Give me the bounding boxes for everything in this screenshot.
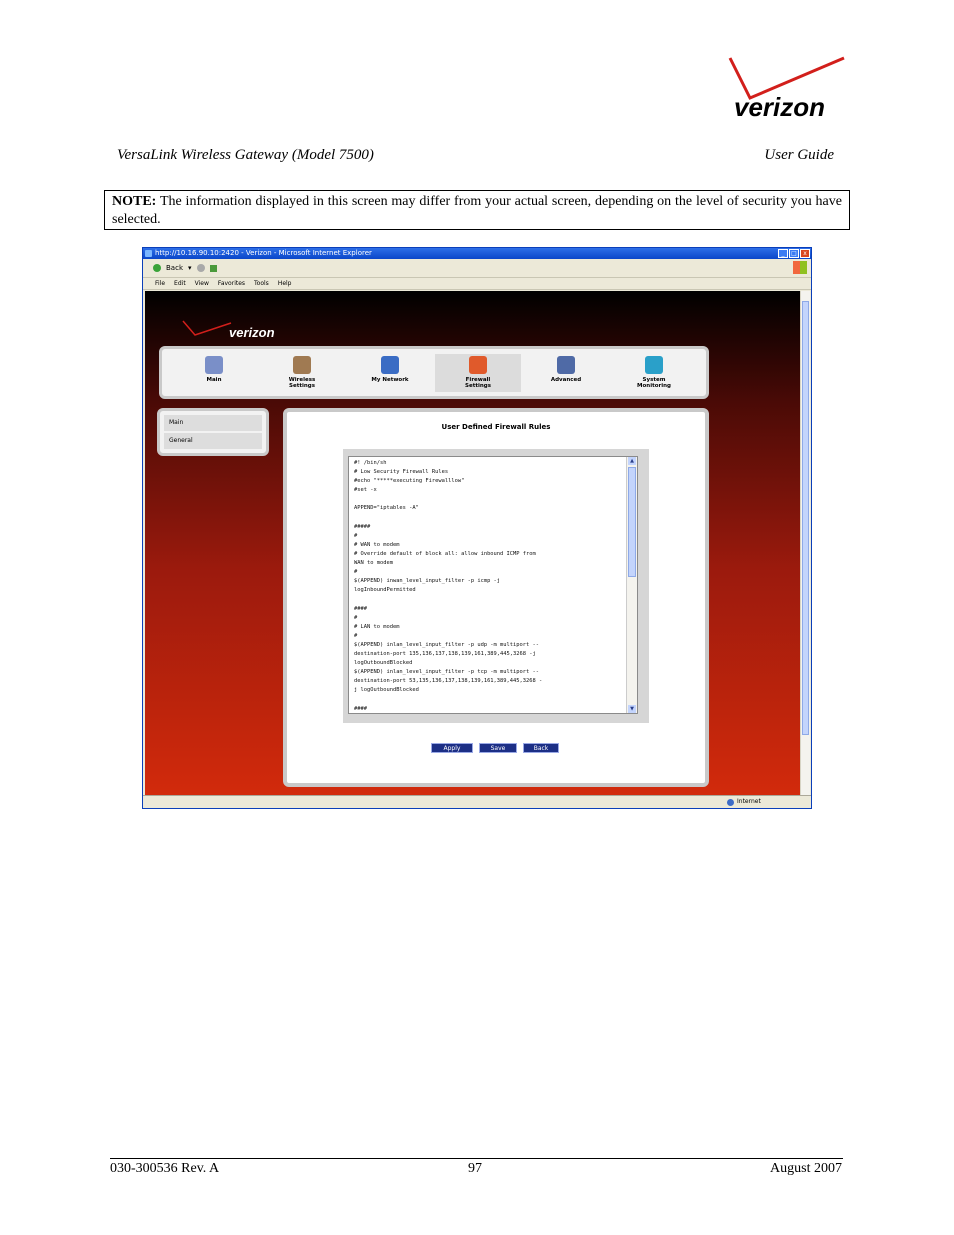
page-title: User Defined Firewall Rules: [441, 423, 551, 431]
footer-divider: [110, 1158, 843, 1159]
browser-scroll-thumb[interactable]: [802, 301, 809, 735]
menu-edit[interactable]: Edit: [174, 278, 186, 289]
nav-label: System Monitoring: [637, 376, 671, 389]
main-icon: [205, 355, 223, 374]
main-nav: Main Wireless Settings My Network Firewa…: [159, 346, 709, 399]
side-item-main[interactable]: Main: [164, 415, 262, 431]
back-button[interactable]: Back: [166, 264, 183, 272]
page-content: verizon Main Wireless Settings My Networ…: [145, 291, 801, 795]
action-buttons: Apply Save Back: [431, 743, 559, 753]
scroll-down-icon[interactable]: ▼: [628, 705, 636, 713]
monitoring-icon: [645, 355, 663, 374]
doc-revision: 030-300536 Rev. A: [110, 1161, 220, 1176]
textarea-scrollbar[interactable]: ▲ ▼: [626, 457, 637, 713]
refresh-icon[interactable]: [209, 264, 217, 272]
doc-header-title: VersaLink Wireless Gateway (Model 7500): [117, 147, 374, 163]
nav-label: Main: [206, 376, 222, 383]
browser-title: http://10.16.90.10:2420 - Verizon - Micr…: [155, 249, 372, 257]
rules-frame: #! /bin/sh # Low Security Firewall Rules…: [343, 449, 649, 723]
apply-button[interactable]: Apply: [431, 743, 473, 753]
note-label: NOTE:: [112, 194, 157, 209]
nav-label: Advanced: [550, 376, 582, 383]
dropdown-icon[interactable]: ▾: [188, 264, 192, 272]
menu-help[interactable]: Help: [278, 278, 292, 289]
note-text: The information displayed in this screen…: [112, 194, 842, 227]
maximize-icon[interactable]: □: [789, 249, 799, 258]
verizon-logo: verizon: [728, 56, 845, 122]
main-panel: User Defined Firewall Rules #! /bin/sh #…: [283, 408, 709, 787]
minimize-icon[interactable]: _: [778, 249, 788, 258]
back-button-app[interactable]: Back: [523, 743, 559, 753]
close-icon[interactable]: x: [800, 249, 810, 258]
nav-label: My Network: [371, 376, 409, 383]
nav-my-network[interactable]: My Network: [347, 354, 433, 392]
nav-advanced[interactable]: Advanced: [523, 354, 609, 392]
svg-text:verizon: verizon: [229, 325, 275, 340]
nav-system-monitoring[interactable]: System Monitoring: [611, 354, 697, 392]
menu-file[interactable]: File: [155, 278, 165, 289]
nav-main[interactable]: Main: [171, 354, 257, 392]
browser-toolbar: Back ▾: [143, 259, 811, 278]
page-number: 97: [468, 1161, 482, 1176]
doc-header-guide: User Guide: [764, 147, 834, 163]
verizon-page-logo: verizon: [182, 320, 275, 340]
rules-textarea[interactable]: #! /bin/sh # Low Security Firewall Rules…: [348, 456, 638, 714]
advanced-icon: [557, 355, 575, 374]
menu-view[interactable]: View: [195, 278, 209, 289]
ie-icon: [145, 250, 152, 257]
save-button[interactable]: Save: [479, 743, 517, 753]
side-menu: Main General: [157, 408, 269, 456]
windows-flag-icon: [793, 261, 807, 274]
doc-date: August 2007: [770, 1161, 842, 1176]
browser-scrollbar[interactable]: [800, 291, 810, 795]
nav-label: Firewall Settings: [465, 376, 491, 389]
browser-title-bar: http://10.16.90.10:2420 - Verizon - Micr…: [143, 248, 811, 259]
back-arrow-icon[interactable]: [153, 264, 161, 272]
svg-text:verizon: verizon: [734, 92, 825, 122]
rules-text: #! /bin/sh # Low Security Firewall Rules…: [354, 460, 543, 712]
nav-firewall-settings[interactable]: Firewall Settings: [435, 353, 521, 392]
scroll-thumb[interactable]: [628, 467, 636, 577]
menu-favorites[interactable]: Favorites: [218, 278, 245, 289]
scroll-up-icon[interactable]: ▲: [628, 457, 636, 465]
wireless-icon: [293, 355, 311, 374]
side-item-general[interactable]: General: [164, 433, 262, 449]
note-box: NOTE: The information displayed in this …: [104, 190, 850, 230]
menu-tools[interactable]: Tools: [254, 278, 269, 289]
network-icon: [381, 355, 399, 374]
internet-zone: Internet: [725, 796, 761, 808]
forward-arrow-icon[interactable]: [196, 264, 205, 272]
nav-wireless-settings[interactable]: Wireless Settings: [259, 354, 345, 392]
browser-menu-bar: File Edit View Favorites Tools Help: [143, 278, 811, 290]
browser-window: http://10.16.90.10:2420 - Verizon - Micr…: [142, 247, 812, 809]
firewall-icon: [469, 355, 487, 374]
window-controls: _ □ x: [778, 249, 810, 258]
nav-label: Wireless Settings: [288, 376, 316, 389]
status-bar: Internet: [143, 795, 811, 808]
